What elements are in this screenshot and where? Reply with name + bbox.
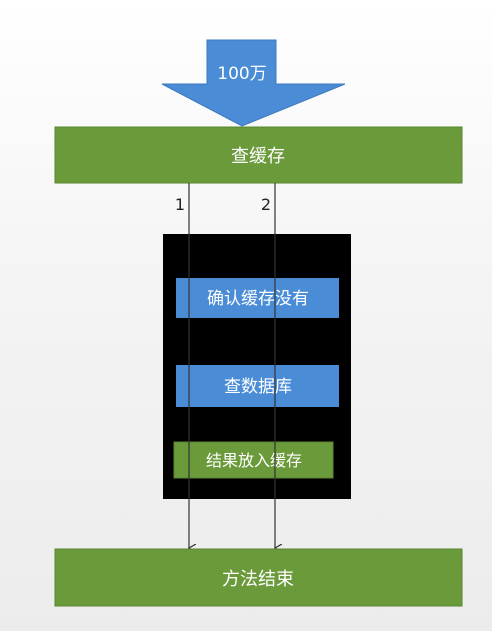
step-confirm-cache-empty: 确认缓存没有 — [176, 278, 339, 318]
check-cache-label: 查缓存 — [231, 146, 285, 167]
step-put-result-in-cache-label: 结果放入缓存 — [206, 451, 302, 470]
method-end-label: 方法结束 — [222, 569, 294, 590]
step-confirm-cache-empty-label: 确认缓存没有 — [207, 289, 309, 309]
thread-1-label: 1 — [175, 195, 185, 214]
method-end-box: 方法结束 — [54, 548, 463, 607]
step-query-database: 查数据库 — [176, 365, 339, 407]
incoming-requests-arrow: 100万 — [161, 39, 346, 127]
cache-flow-diagram: 100万 查缓存 1 2 确认缓存没有 查数据库 结果放入缓存 方法结束 — [54, 39, 463, 607]
step-put-result-in-cache: 结果放入缓存 — [173, 441, 334, 479]
incoming-arrow-label: 100万 — [217, 64, 266, 84]
check-cache-box: 查缓存 — [54, 126, 463, 184]
step-query-database-label: 查数据库 — [224, 377, 292, 397]
thread-2-label: 2 — [261, 195, 271, 214]
